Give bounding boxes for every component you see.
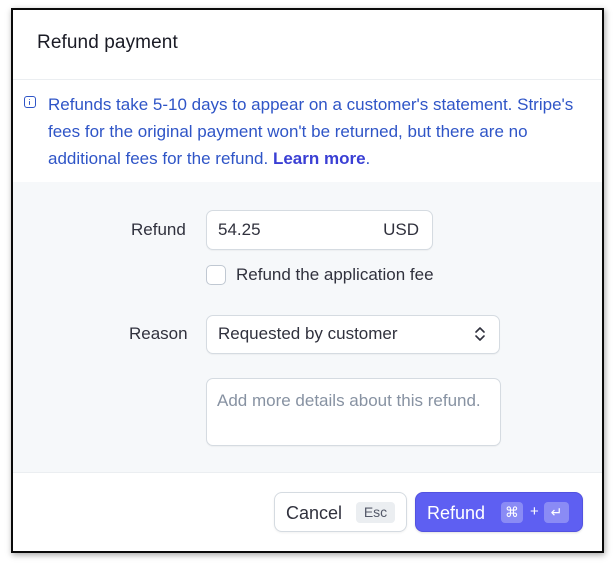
details-textarea[interactable]: Add more details about this refund.: [206, 378, 501, 446]
details-placeholder: Add more details about this refund.: [217, 391, 481, 410]
cancel-button[interactable]: Cancel Esc: [274, 492, 407, 532]
notice-trailing: .: [365, 149, 371, 168]
esc-shortcut-badge: Esc: [356, 502, 395, 523]
reason-select-value: Requested by customer: [218, 324, 398, 343]
refund-amount-input[interactable]: 54.25 USD: [206, 210, 433, 250]
reason-select[interactable]: Requested by customer: [206, 315, 500, 354]
dialog-title: Refund payment: [37, 32, 178, 53]
application-fee-label[interactable]: Refund the application fee: [236, 265, 434, 285]
refund-form: Refund 54.25 USD Refund the application …: [13, 182, 602, 473]
chevron-up-down-icon: [475, 327, 485, 341]
dialog-footer: Cancel Esc Refund ⌘ + ↵: [13, 473, 602, 551]
application-fee-checkbox[interactable]: [206, 265, 226, 285]
refund-button[interactable]: Refund ⌘ + ↵: [415, 492, 583, 532]
enter-key-icon: ↵: [544, 502, 569, 523]
refund-amount-value: 54.25: [218, 220, 261, 239]
cancel-button-label: Cancel: [286, 503, 343, 523]
learn-more-link[interactable]: Learn more: [273, 149, 366, 168]
refund-button-label: Refund: [427, 503, 486, 523]
refund-amount-label: Refund: [131, 220, 186, 239]
dialog-header: Refund payment: [13, 10, 602, 80]
command-key-icon: ⌘: [501, 502, 523, 523]
refund-notice: Refunds take 5-10 days to appear on a cu…: [13, 80, 602, 182]
reason-label: Reason: [129, 324, 188, 343]
refund-dialog: Refund payment Refunds take 5-10 days to…: [11, 8, 604, 553]
shortcut-plus: +: [530, 503, 539, 520]
currency-label: USD: [383, 220, 419, 239]
